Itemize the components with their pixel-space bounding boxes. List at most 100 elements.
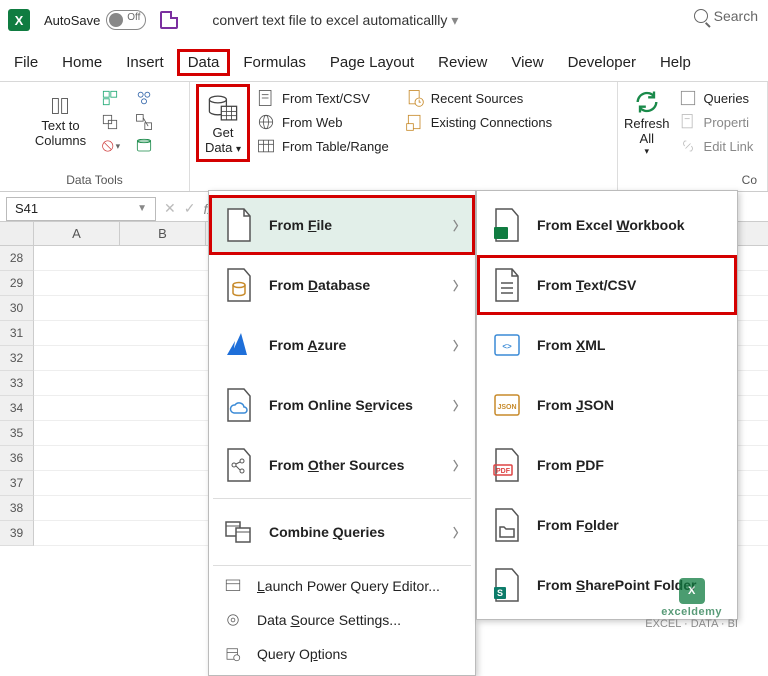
row-header[interactable]: 31	[0, 321, 34, 346]
connections-icon	[405, 112, 425, 132]
watermark: X exceldemy EXCEL · DATA · BI	[645, 578, 738, 630]
from-web-button[interactable]: From Web	[256, 112, 389, 132]
name-box-value: S41	[15, 201, 38, 216]
from-table-range-button[interactable]: From Table/Range	[256, 136, 389, 156]
relationships-icon[interactable]	[134, 112, 154, 132]
column-header-a[interactable]: A	[34, 222, 120, 245]
row-header[interactable]: 32	[0, 346, 34, 371]
refresh-all-button[interactable]: Refresh All▾	[624, 88, 670, 157]
existing-connections-button[interactable]: Existing Connections	[405, 112, 552, 132]
chevron-down-icon[interactable]: ▼	[137, 203, 147, 214]
properties-icon	[678, 112, 698, 132]
tab-home[interactable]: Home	[62, 54, 102, 71]
tab-data[interactable]: Data	[177, 49, 231, 76]
other-sources-icon	[223, 449, 255, 481]
menu-from-file[interactable]: From File 〉	[209, 195, 475, 255]
text-csv-icon	[256, 88, 276, 108]
row-header[interactable]: 30	[0, 296, 34, 321]
autosave-toggle[interactable]: AutoSave Off	[44, 10, 146, 30]
get-data-button[interactable]: Get Data ▾	[196, 84, 250, 162]
group-label-queries: Co	[742, 173, 757, 189]
ribbon-body: Text to Columns ▾ Data Tools Get Data ▾	[0, 82, 768, 192]
column-header-b[interactable]: B	[120, 222, 206, 245]
tab-page-layout[interactable]: Page Layout	[330, 54, 414, 71]
pdf-icon: PDF	[491, 449, 523, 481]
row-header[interactable]: 39	[0, 521, 34, 546]
menu-from-database[interactable]: From Database 〉	[209, 255, 475, 315]
queries-connections-button[interactable]: Queries	[678, 88, 754, 108]
get-data-menu: From File 〉 From Database 〉 From Azure 〉…	[208, 190, 476, 676]
data-model-icon[interactable]	[134, 136, 154, 156]
search-icon	[694, 9, 708, 23]
cloud-icon	[223, 389, 255, 421]
chevron-right-icon: 〉	[453, 524, 465, 541]
refresh-icon	[633, 88, 661, 116]
search-box[interactable]: Search	[694, 8, 758, 24]
menu-data-source-settings[interactable]: Data Source Settings...	[209, 603, 475, 637]
save-icon[interactable]	[160, 11, 178, 29]
row-header[interactable]: 38	[0, 496, 34, 521]
file-icon	[223, 209, 255, 241]
tab-insert[interactable]: Insert	[126, 54, 164, 71]
row-header[interactable]: 28	[0, 246, 34, 271]
tab-file[interactable]: File	[14, 54, 38, 71]
name-box[interactable]: S41 ▼	[6, 197, 156, 221]
title-bar: X AutoSave Off convert text file to exce…	[0, 0, 768, 40]
remove-duplicates-icon[interactable]	[100, 112, 120, 132]
json-icon: JSON	[491, 389, 523, 421]
options-icon	[223, 644, 243, 664]
menu-from-text-csv[interactable]: From Text/CSV	[477, 255, 737, 315]
chevron-right-icon: 〉	[453, 457, 465, 474]
tab-formulas[interactable]: Formulas	[243, 54, 306, 71]
menu-from-json[interactable]: JSON From JSON	[477, 375, 737, 435]
power-query-icon	[223, 576, 243, 596]
chevron-right-icon: 〉	[453, 217, 465, 234]
menu-from-xml[interactable]: <> From XML	[477, 315, 737, 375]
data-validation-icon[interactable]: ▾	[100, 136, 120, 156]
menu-from-azure[interactable]: From Azure 〉	[209, 315, 475, 375]
menu-from-online-services[interactable]: From Online Services 〉	[209, 375, 475, 435]
row-header[interactable]: 29	[0, 271, 34, 296]
menu-from-folder[interactable]: From Folder	[477, 495, 737, 555]
menu-from-pdf[interactable]: PDF From PDF	[477, 435, 737, 495]
database-icon	[223, 269, 255, 301]
recent-sources-button[interactable]: Recent Sources	[405, 88, 552, 108]
chevron-right-icon: 〉	[453, 277, 465, 294]
ribbon-tabs: File Home Insert Data Formulas Page Layo…	[0, 40, 768, 81]
group-get-transform: Get Data ▾ From Text/CSV From Web From T…	[190, 82, 618, 191]
toggle-switch-icon[interactable]: Off	[106, 10, 146, 30]
folder-icon	[491, 509, 523, 541]
menu-from-workbook[interactable]: X From Excel Workbook	[477, 195, 737, 255]
chevron-right-icon: 〉	[453, 397, 465, 414]
from-text-csv-button[interactable]: From Text/CSV	[256, 88, 389, 108]
row-header[interactable]: 34	[0, 396, 34, 421]
menu-launch-power-query[interactable]: Launch Power Query Editor...	[209, 569, 475, 603]
search-label: Search	[714, 8, 758, 24]
flash-fill-icon[interactable]	[100, 88, 120, 108]
edit-links-button: Edit Link	[678, 136, 754, 156]
document-title[interactable]: convert text file to excel automaticalll…	[212, 12, 458, 29]
menu-from-other-sources[interactable]: From Other Sources 〉	[209, 435, 475, 495]
xml-icon: <>	[491, 329, 523, 361]
row-header[interactable]: 36	[0, 446, 34, 471]
row-header[interactable]: 35	[0, 421, 34, 446]
text-to-columns-button[interactable]: Text to Columns	[35, 88, 86, 156]
tab-developer[interactable]: Developer	[568, 54, 636, 71]
menu-query-options[interactable]: Query Options	[209, 637, 475, 671]
menu-combine-queries[interactable]: Combine Queries 〉	[209, 502, 475, 562]
svg-text:PDF: PDF	[496, 468, 511, 475]
get-data-icon	[206, 91, 240, 125]
properties-button: Properti	[678, 112, 754, 132]
edit-links-icon	[678, 136, 698, 156]
excel-app-icon: X	[8, 9, 30, 31]
consolidate-icon[interactable]	[134, 88, 154, 108]
settings-icon	[223, 610, 243, 630]
row-header[interactable]: 37	[0, 471, 34, 496]
tab-help[interactable]: Help	[660, 54, 691, 71]
tab-review[interactable]: Review	[438, 54, 487, 71]
autosave-label: AutoSave	[44, 13, 100, 28]
tab-view[interactable]: View	[511, 54, 543, 71]
row-header[interactable]: 33	[0, 371, 34, 396]
select-all-corner[interactable]	[0, 222, 34, 245]
svg-text:JSON: JSON	[497, 404, 516, 411]
